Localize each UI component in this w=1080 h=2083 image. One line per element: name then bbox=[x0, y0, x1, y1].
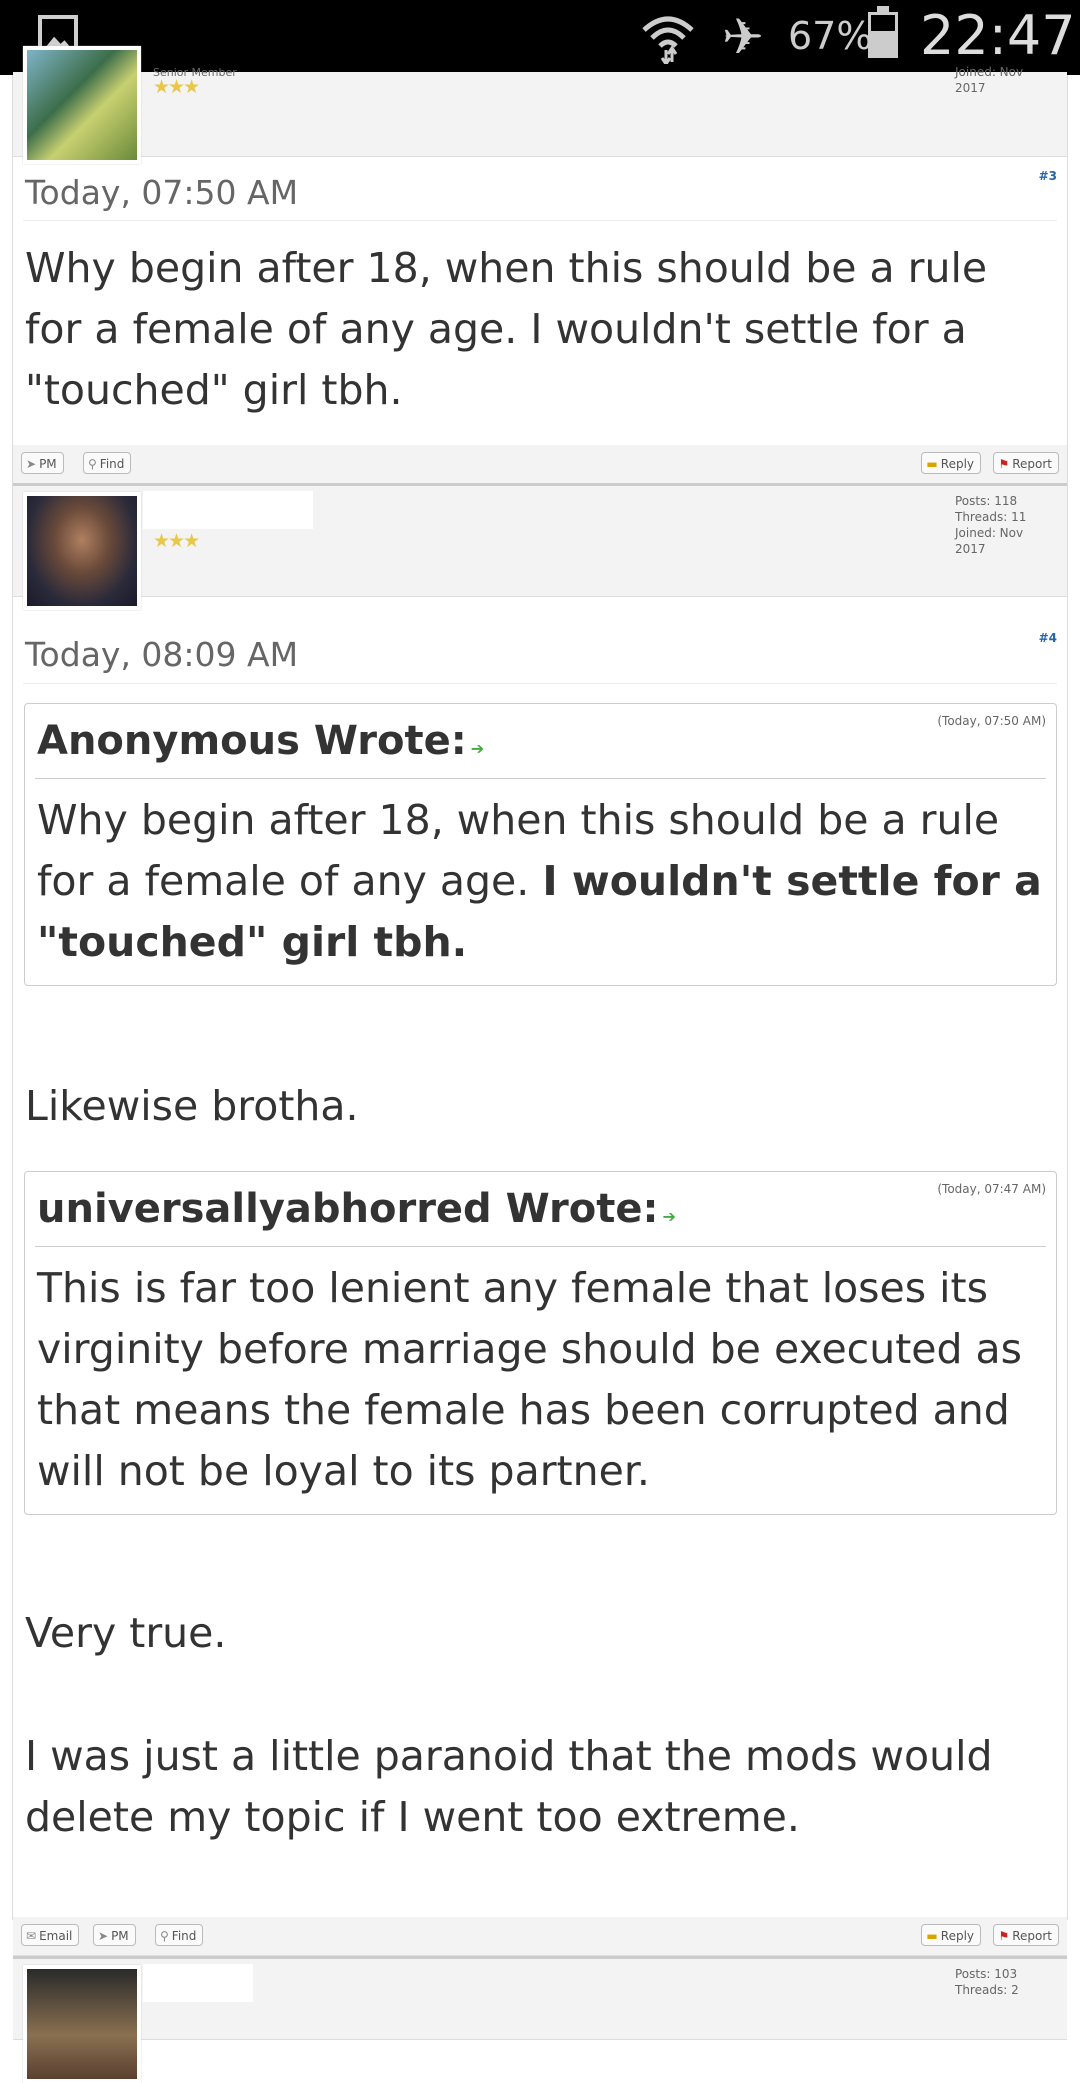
avatar[interactable] bbox=[23, 492, 141, 610]
quote-time: (Today, 07:50 AM) bbox=[937, 714, 1046, 728]
pm-label: PM bbox=[39, 457, 57, 471]
user-bar-post4: ★★★ Posts: 118 Threads: 11 Joined: Nov 2… bbox=[13, 483, 1067, 610]
battery-icon bbox=[868, 6, 898, 58]
speech-bubble-icon: ▬ bbox=[926, 457, 938, 471]
search-icon: ⚲ bbox=[160, 1929, 169, 1943]
email-label: Email bbox=[39, 1929, 73, 1943]
search-icon: ⚲ bbox=[88, 457, 97, 471]
goto-post-arrow-icon[interactable]: ➔ bbox=[662, 1207, 675, 1226]
report-label: Report bbox=[1012, 457, 1052, 471]
reply-label: Reply bbox=[940, 1929, 974, 1943]
flag-icon: ⚑ bbox=[998, 457, 1010, 471]
quote-author-text: universallyabhorred Wrote: bbox=[37, 1186, 659, 1232]
flag-icon: ⚑ bbox=[998, 1929, 1010, 1943]
email-button[interactable]: ✉ Email bbox=[21, 1924, 80, 1946]
report-label: Report bbox=[1012, 1929, 1052, 1943]
find-button[interactable]: ⚲ Find bbox=[83, 452, 132, 474]
post-date: Today, 07:50 AM bbox=[25, 173, 299, 212]
pm-label: PM bbox=[111, 1929, 129, 1943]
quote-author-text: Anonymous Wrote: bbox=[37, 718, 467, 764]
find-label: Find bbox=[99, 457, 125, 471]
quote-divider bbox=[35, 778, 1046, 779]
user-stats: Posts: 103 Threads: 2 bbox=[955, 1966, 1055, 1998]
find-button[interactable]: ⚲ Find bbox=[155, 1924, 204, 1946]
post-number-link[interactable]: #3 bbox=[1039, 169, 1057, 183]
post-reply-text: Likewise brotha. bbox=[25, 1082, 359, 1130]
post-reply-text: Very true. bbox=[25, 1609, 227, 1657]
report-button[interactable]: ⚑ Report bbox=[993, 1924, 1059, 1946]
user-joined: Joined: Nov 2017 bbox=[955, 65, 1024, 95]
quote-author: Anonymous Wrote: ➔ bbox=[37, 718, 484, 764]
user-posts: Posts: 103 bbox=[955, 1967, 1018, 1981]
wifi-icon bbox=[640, 12, 696, 75]
user-joined: Joined: Nov 2017 bbox=[955, 526, 1024, 556]
reply-button[interactable]: ▬ Reply bbox=[921, 1924, 981, 1946]
quote-body: This is far too lenient any female that … bbox=[37, 1264, 1023, 1495]
divider bbox=[23, 683, 1057, 684]
post-body: Why begin after 18, when this should be … bbox=[25, 244, 988, 414]
quote-block: Anonymous Wrote: ➔ (Today, 07:50 AM) Why … bbox=[24, 703, 1057, 986]
user-posts: Posts: 118 bbox=[955, 494, 1018, 508]
quote-time: (Today, 07:47 AM) bbox=[937, 1182, 1046, 1196]
airplane-icon: ✈ bbox=[722, 8, 764, 66]
status-clock: 22:47 bbox=[920, 4, 1076, 67]
quote-divider bbox=[35, 1246, 1046, 1247]
avatar[interactable] bbox=[23, 46, 141, 164]
username-link[interactable] bbox=[143, 491, 313, 529]
battery-percent: 67% bbox=[788, 14, 873, 58]
reply-button[interactable]: ▬ Reply bbox=[921, 452, 981, 474]
user-threads: Threads: 11 bbox=[955, 510, 1027, 524]
send-icon: ➤ bbox=[98, 1929, 109, 1943]
pm-button[interactable]: ➤ PM bbox=[21, 452, 64, 474]
quote-author: universallyabhorred Wrote: ➔ bbox=[37, 1186, 676, 1232]
avatar[interactable] bbox=[23, 1965, 141, 2083]
post-toolbar: ➤ PM ⚲ Find ▬ Reply ⚑ Report bbox=[13, 445, 1067, 484]
status-bar: ✈ 67% 22:47 bbox=[0, 0, 1080, 75]
user-bar-post3: Senior Member ★★★ Joined: Nov 2017 bbox=[13, 46, 1067, 164]
post-toolbar: ✉ Email ➤ PM ⚲ Find ▬ Reply ⚑ Report bbox=[13, 1917, 1067, 1956]
quote-body: Why begin after 18, when this should be … bbox=[37, 790, 1048, 973]
reply-label: Reply bbox=[940, 457, 974, 471]
user-bar-post5: Posts: 103 Threads: 2 bbox=[13, 1956, 1067, 2083]
report-button[interactable]: ⚑ Report bbox=[993, 452, 1059, 474]
user-stars: ★★★ bbox=[153, 530, 200, 552]
speech-bubble-icon: ▬ bbox=[926, 1929, 938, 1943]
post-number-link[interactable]: #4 bbox=[1039, 631, 1057, 645]
pm-button[interactable]: ➤ PM bbox=[93, 1924, 136, 1946]
goto-post-arrow-icon[interactable]: ➔ bbox=[471, 739, 484, 758]
envelope-icon: ✉ bbox=[26, 1929, 37, 1943]
divider bbox=[23, 220, 1057, 221]
thread-container: Senior Member ★★★ Joined: Nov 2017 Today… bbox=[12, 46, 1068, 2083]
find-label: Find bbox=[171, 1929, 197, 1943]
user-stars: ★★★ bbox=[153, 76, 200, 98]
post-reply-text: I was just a little paranoid that the mo… bbox=[25, 1732, 993, 1841]
user-threads: Threads: 2 bbox=[955, 1983, 1019, 1997]
username-link[interactable] bbox=[143, 1964, 253, 2002]
post-date: Today, 08:09 AM bbox=[25, 635, 299, 674]
send-icon: ➤ bbox=[26, 457, 37, 471]
user-stats: Posts: 118 Threads: 11 Joined: Nov 2017 bbox=[955, 493, 1055, 557]
quote-block: universallyabhorred Wrote: ➔ (Today, 07:4… bbox=[24, 1171, 1057, 1515]
